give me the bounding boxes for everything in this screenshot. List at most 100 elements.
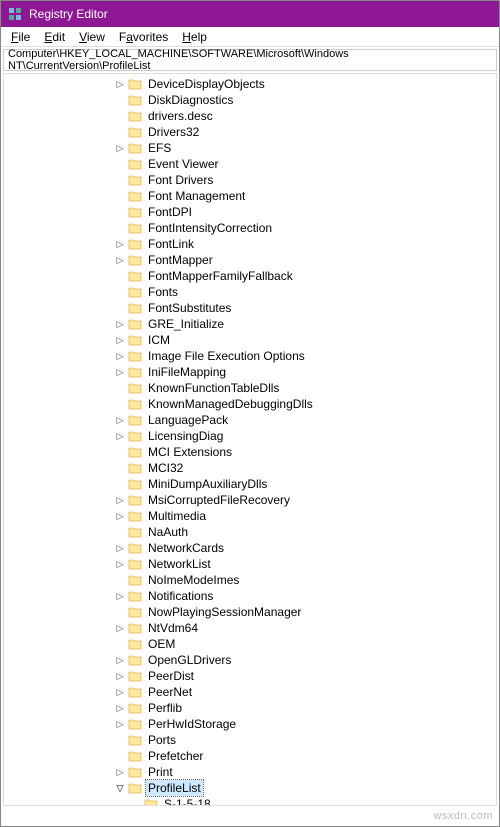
tree-item-label: OEM: [146, 636, 177, 652]
expand-icon[interactable]: ▷: [114, 590, 126, 602]
tree-item[interactable]: ▷NowPlayingSessionManager: [4, 604, 496, 620]
tree-item[interactable]: ▷Perflib: [4, 700, 496, 716]
tree-item[interactable]: ▷drivers.desc: [4, 108, 496, 124]
expand-icon[interactable]: ▷: [114, 414, 126, 426]
expand-icon[interactable]: ▷: [114, 366, 126, 378]
tree-item[interactable]: ▷FontMapperFamilyFallback: [4, 268, 496, 284]
tree-item[interactable]: ▷NtVdm64: [4, 620, 496, 636]
tree-item[interactable]: ▷ PerHwIdStorage: [4, 716, 496, 732]
tree-item-label: NaAuth: [146, 524, 190, 540]
tree-item-label: IniFileMapping: [146, 364, 228, 380]
tree-item[interactable]: ▷Notifications: [4, 588, 496, 604]
expand-icon[interactable]: ▷: [114, 254, 126, 266]
expand-icon[interactable]: ▷: [114, 542, 126, 554]
menu-view[interactable]: View: [73, 29, 111, 45]
tree-item[interactable]: ▷FontIntensityCorrection: [4, 220, 496, 236]
tree-item-label: OpenGLDrivers: [146, 652, 233, 668]
tree-item-label: DiskDiagnostics: [146, 92, 235, 108]
tree-item[interactable]: ▷Font Management: [4, 188, 496, 204]
tree-item[interactable]: ▷Font Drivers: [4, 172, 496, 188]
tree-item[interactable]: ▷KnownManagedDebuggingDlls: [4, 396, 496, 412]
expand-icon[interactable]: ▷: [114, 350, 126, 362]
tree-item[interactable]: ▷PeerDist: [4, 668, 496, 684]
tree-item[interactable]: ▷MsiCorruptedFileRecovery: [4, 492, 496, 508]
expand-icon[interactable]: ▷: [114, 766, 126, 778]
tree-item[interactable]: ▷MiniDumpAuxiliaryDlls: [4, 476, 496, 492]
expand-icon[interactable]: ▷: [114, 142, 126, 154]
tree-item[interactable]: ▷S-1-5-18: [4, 796, 496, 806]
tree-item[interactable]: ▷ IniFileMapping: [4, 364, 496, 380]
tree-item[interactable]: ▷ Image File Execution Options: [4, 348, 496, 364]
expand-icon[interactable]: ▷: [114, 494, 126, 506]
tree-item-label: Image File Execution Options: [146, 348, 307, 364]
expand-icon[interactable]: ▷: [114, 670, 126, 682]
tree-item[interactable]: ▷KnownFunctionTableDlls: [4, 380, 496, 396]
tree-item[interactable]: ▷Drivers32: [4, 124, 496, 140]
expand-icon[interactable]: ▷: [114, 654, 126, 666]
tree-item-label: Drivers32: [146, 124, 201, 140]
expand-icon[interactable]: ▷: [114, 686, 126, 698]
tree-item[interactable]: ▷Prefetcher: [4, 748, 496, 764]
tree-item[interactable]: ▷ DeviceDisplayObjects: [4, 76, 496, 92]
expand-icon[interactable]: ▷: [114, 702, 126, 714]
tree-item[interactable]: ▷EFS: [4, 140, 496, 156]
tree-item[interactable]: ▷ICM: [4, 332, 496, 348]
tree-item[interactable]: ▷NetworkCards: [4, 540, 496, 556]
tree-item-label: MCI32: [146, 460, 185, 476]
tree-item[interactable]: ▷Fonts: [4, 284, 496, 300]
tree-item-label: PerHwIdStorage: [146, 716, 238, 732]
tree-item-label: DeviceDisplayObjects: [146, 76, 267, 92]
address-text: Computer\HKEY_LOCAL_MACHINE\SOFTWARE\Mic…: [8, 48, 492, 72]
expand-icon[interactable]: ▷: [114, 510, 126, 522]
tree-item[interactable]: ▷NoImeModeImes: [4, 572, 496, 588]
tree-item[interactable]: ▷MCI32: [4, 460, 496, 476]
tree-item[interactable]: ▷FontSubstitutes: [4, 300, 496, 316]
tree-item[interactable]: ▷OEM: [4, 636, 496, 652]
tree-item[interactable]: ▷LicensingDiag: [4, 428, 496, 444]
tree-item[interactable]: ▷ PeerNet: [4, 684, 496, 700]
tree-item[interactable]: ▷MCI Extensions: [4, 444, 496, 460]
menu-file[interactable]: File: [5, 29, 36, 45]
tree-item-label: Multimedia: [146, 508, 208, 524]
tree-view[interactable]: ▷DeviceDisplayObjects▷DiskDiagnostics▷dr…: [3, 73, 497, 806]
tree-item-label: Fonts: [146, 284, 180, 300]
tree-item-label: FontMapper: [146, 252, 215, 268]
tree-item-label: PeerNet: [146, 684, 194, 700]
expand-icon[interactable]: ▷: [114, 238, 126, 250]
tree-item[interactable]: ▽ProfileList: [4, 780, 496, 796]
tree-item[interactable]: ▷Event Viewer: [4, 156, 496, 172]
tree-item[interactable]: ▷DiskDiagnostics: [4, 92, 496, 108]
tree-item-label: FontSubstitutes: [146, 300, 233, 316]
tree-item[interactable]: ▷ Multimedia: [4, 508, 496, 524]
titlebar[interactable]: Registry Editor: [1, 1, 499, 27]
tree-item-label: Font Management: [146, 188, 247, 204]
tree-item[interactable]: ▷NetworkList: [4, 556, 496, 572]
tree-item[interactable]: ▷FontDPI: [4, 204, 496, 220]
menu-favorites[interactable]: Favorites: [113, 29, 174, 45]
tree-item[interactable]: ▷NaAuth: [4, 524, 496, 540]
tree-item[interactable]: ▷Ports: [4, 732, 496, 748]
expand-icon[interactable]: ▷: [114, 430, 126, 442]
expand-icon[interactable]: ▷: [114, 622, 126, 634]
tree-item-label: KnownManagedDebuggingDlls: [146, 396, 315, 412]
tree-item[interactable]: ▷ OpenGLDrivers: [4, 652, 496, 668]
tree-item-label: FontLink: [146, 236, 196, 252]
tree-item[interactable]: ▷ FontLink: [4, 236, 496, 252]
expand-icon[interactable]: ▷: [114, 558, 126, 570]
tree-item[interactable]: ▷LanguagePack: [4, 412, 496, 428]
tree-item-label: Prefetcher: [146, 748, 205, 764]
tree-item[interactable]: ▷ Print: [4, 764, 496, 780]
collapse-icon[interactable]: ▽: [114, 782, 126, 794]
menu-edit[interactable]: Edit: [38, 29, 71, 45]
tree-item-label: MCI Extensions: [146, 444, 234, 460]
tree-item-label: Print: [146, 764, 175, 780]
tree-item[interactable]: ▷ FontMapper: [4, 252, 496, 268]
expand-icon[interactable]: ▷: [114, 334, 126, 346]
expand-icon[interactable]: ▷: [114, 78, 126, 90]
app-icon: [7, 6, 23, 22]
expand-icon[interactable]: ▷: [114, 318, 126, 330]
expand-icon[interactable]: ▷: [114, 718, 126, 730]
address-bar[interactable]: Computer\HKEY_LOCAL_MACHINE\SOFTWARE\Mic…: [3, 49, 497, 71]
tree-item[interactable]: ▷GRE_Initialize: [4, 316, 496, 332]
menu-help[interactable]: Help: [176, 29, 213, 45]
